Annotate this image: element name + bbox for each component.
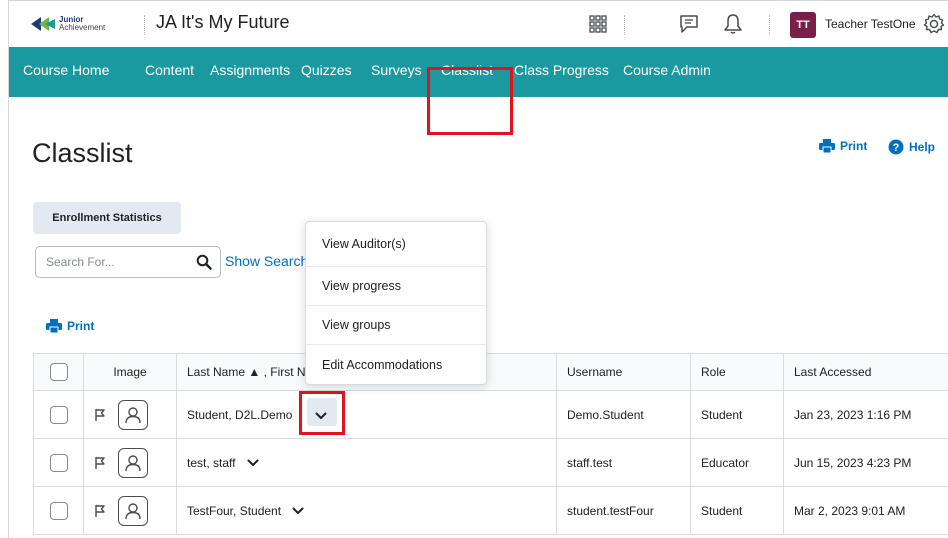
student-name[interactable]: Student, D2L.Demo <box>187 408 292 422</box>
flag-icon[interactable] <box>94 504 106 518</box>
waffle-icon[interactable] <box>585 11 611 37</box>
printer-icon <box>46 319 62 333</box>
select-all-checkbox[interactable] <box>49 363 68 381</box>
enrollment-statistics-button[interactable]: Enrollment Statistics <box>33 202 181 234</box>
top-header: Junior Achievement JA It's My Future TT … <box>9 1 948 47</box>
menu-view-groups[interactable]: View groups <box>306 306 486 345</box>
print-label: Print <box>67 319 95 333</box>
user-profile-icon[interactable] <box>118 495 148 526</box>
menu-view-auditors[interactable]: View Auditor(s) <box>306 222 486 267</box>
gear-icon[interactable] <box>921 11 947 37</box>
row-checkbox[interactable] <box>49 405 68 424</box>
nav-surveys[interactable]: Surveys <box>371 62 422 78</box>
classlist-highlight-box <box>427 67 513 135</box>
user-name[interactable]: Teacher TestOne <box>825 17 916 31</box>
classlist-print-link[interactable]: Print <box>46 319 94 333</box>
chevron-highlight-box <box>299 391 345 435</box>
image-column-header: Image <box>83 353 177 391</box>
nav-class-progress[interactable]: Class Progress <box>514 62 609 78</box>
search-icon[interactable] <box>196 254 212 270</box>
role-column-header[interactable]: Role <box>690 353 784 391</box>
search-box <box>35 246 221 278</box>
username-cell: Demo.Student <box>556 390 691 439</box>
classlist-table: Image Last Name ▲ , First Name Username … <box>33 353 948 535</box>
user-profile-icon[interactable] <box>118 447 148 478</box>
nav-quizzes[interactable]: Quizzes <box>301 62 352 78</box>
last-accessed-cell: Jan 23, 2023 1:16 PM <box>783 390 948 439</box>
browser-frame: Junior Achievement JA It's My Future TT … <box>8 0 948 538</box>
chevron-down-icon[interactable] <box>292 507 304 515</box>
nav-assignments[interactable]: Assignments <box>210 62 290 78</box>
course-title[interactable]: JA It's My Future <box>156 12 289 33</box>
print-label: Print <box>840 139 868 153</box>
select-all-cell <box>33 353 84 391</box>
username-cell: staff.test <box>556 438 691 487</box>
user-profile-icon[interactable] <box>118 399 148 430</box>
username-column-header[interactable]: Username <box>556 353 691 391</box>
table-row: test, staff staff.test Educator Jun 15, … <box>33 438 948 487</box>
printer-icon <box>819 139 835 153</box>
last-accessed-cell: Mar 2, 2023 9:01 AM <box>783 486 948 535</box>
avatar[interactable]: TT <box>790 12 816 38</box>
nav-content[interactable]: Content <box>145 62 194 78</box>
svg-text:?: ? <box>893 142 900 154</box>
table-header-row: Image Last Name ▲ , First Name Username … <box>33 353 948 391</box>
role-cell: Educator <box>690 438 784 487</box>
table-row: TestFour, Student student.testFour Stude… <box>33 486 948 535</box>
chat-icon[interactable] <box>676 11 702 37</box>
help-link[interactable]: ? Help <box>888 139 935 155</box>
row-checkbox[interactable] <box>49 501 68 520</box>
student-context-menu: View Auditor(s) View progress View group… <box>305 221 487 385</box>
image-cell <box>94 399 166 430</box>
menu-view-progress[interactable]: View progress <box>306 267 486 306</box>
header-divider <box>769 15 770 35</box>
username-cell: student.testFour <box>556 486 691 535</box>
image-cell <box>94 495 166 526</box>
role-cell: Student <box>690 390 784 439</box>
page-title: Classlist <box>32 138 133 168</box>
help-label: Help <box>909 140 936 154</box>
search-input[interactable] <box>36 247 186 277</box>
junior-achievement-logo[interactable]: Junior Achievement <box>31 15 105 33</box>
logo-line2: Achievement <box>59 23 106 32</box>
header-divider <box>624 15 625 35</box>
nav-course-admin[interactable]: Course Admin <box>623 62 711 78</box>
flag-icon[interactable] <box>94 408 106 422</box>
role-cell: Student <box>690 486 784 535</box>
ja-logo-icon <box>31 17 55 31</box>
image-cell <box>94 447 166 478</box>
show-search-options-link[interactable]: Show Search <box>225 253 308 269</box>
last-accessed-cell: Jun 15, 2023 4:23 PM <box>783 438 948 487</box>
row-checkbox[interactable] <box>49 453 68 472</box>
last-accessed-column-header[interactable]: Last Accessed <box>783 353 948 391</box>
student-name[interactable]: TestFour, Student <box>187 504 281 518</box>
flag-icon[interactable] <box>94 456 106 470</box>
header-divider <box>144 15 145 35</box>
student-name[interactable]: test, staff <box>187 456 235 470</box>
table-row: Student, D2L.Demo Demo.Student Student J… <box>33 390 948 439</box>
menu-edit-accommodations[interactable]: Edit Accommodations <box>306 345 486 384</box>
nav-course-home[interactable]: Course Home <box>23 62 109 78</box>
print-link[interactable]: Print <box>819 139 867 153</box>
logo-text: Junior Achievement <box>59 16 105 32</box>
bell-icon[interactable] <box>720 11 746 37</box>
chevron-down-icon[interactable] <box>247 459 259 467</box>
help-icon: ? <box>888 139 904 155</box>
